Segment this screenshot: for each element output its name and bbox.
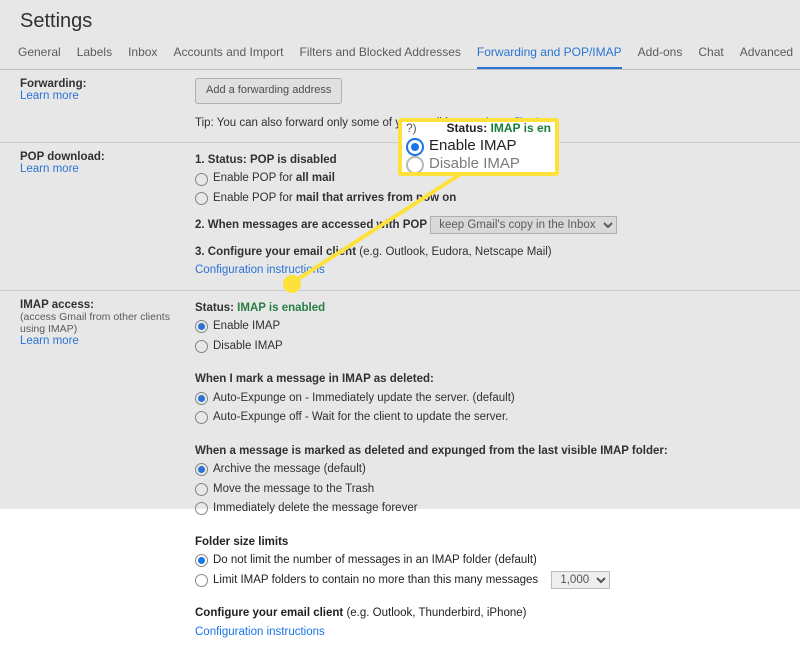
callout-paren: ?) xyxy=(406,122,417,135)
imap-status-label: Status: xyxy=(195,302,237,314)
imap-configure-prefix: Configure your email client xyxy=(195,607,346,619)
imap-deleted-heading: When I mark a message in IMAP as deleted… xyxy=(195,373,434,385)
settings-tabs: General Labels Inbox Accounts and Import… xyxy=(0,39,800,70)
tab-addons[interactable]: Add-ons xyxy=(638,39,683,69)
tab-filters[interactable]: Filters and Blocked Addresses xyxy=(300,39,461,69)
tab-labels[interactable]: Labels xyxy=(77,39,112,69)
imap-trash-label: Move the message to the Trash xyxy=(213,480,374,500)
imap-folder-heading: Folder size limits xyxy=(195,536,288,548)
pop-access-label: 2. When messages are accessed with POP xyxy=(195,219,427,231)
callout-magnifier: ?) Status: IMAP is en Enable IMAP Disabl… xyxy=(398,118,559,176)
imap-limit-label: Limit IMAP folders to contain no more th… xyxy=(213,571,538,591)
callout-disable-radio xyxy=(406,156,424,174)
callout-enable-radio xyxy=(406,138,424,156)
pop-config-instructions-link[interactable]: Configuration instructions xyxy=(195,264,325,276)
callout-status-prefix: Status: xyxy=(447,121,491,135)
imap-learn-more-link[interactable]: Learn more xyxy=(20,335,79,347)
add-forwarding-address-button[interactable]: Add a forwarding address xyxy=(195,78,342,104)
pop-status-label: 1. Status: xyxy=(195,154,250,166)
callout-enable-label: Enable IMAP xyxy=(429,138,517,155)
pop-status-value: POP is disabled xyxy=(250,154,337,166)
imap-no-limit-label: Do not limit the number of messages in a… xyxy=(213,551,537,571)
imap-auto-expunge-off-radio[interactable] xyxy=(195,411,208,424)
tab-inbox[interactable]: Inbox xyxy=(128,39,157,69)
imap-trash-radio[interactable] xyxy=(195,483,208,496)
pop-enable-all-bold: all mail xyxy=(296,172,335,184)
callout-disable-label: Disable IMAP xyxy=(429,156,520,173)
imap-limit-select[interactable]: 1,000 xyxy=(551,571,610,589)
pop-access-select[interactable]: keep Gmail's copy in the Inbox xyxy=(430,216,617,234)
imap-section: IMAP access: (access Gmail from other cl… xyxy=(0,291,800,651)
imap-config-instructions-link[interactable]: Configuration instructions xyxy=(195,626,325,638)
page-title: Settings xyxy=(0,0,800,39)
imap-sublabel: (access Gmail from other clients using I… xyxy=(20,311,170,335)
pop-configure-prefix: 3. Configure your email client xyxy=(195,246,359,258)
imap-status-value: IMAP is enabled xyxy=(237,302,325,314)
pop-configure-suffix: (e.g. Outlook, Eudora, Netscape Mail) xyxy=(359,246,551,258)
pop-learn-more-link[interactable]: Learn more xyxy=(20,163,79,175)
imap-enable-label: Enable IMAP xyxy=(213,317,280,337)
imap-archive-radio[interactable] xyxy=(195,463,208,476)
imap-configure-suffix: (e.g. Outlook, Thunderbird, iPhone) xyxy=(346,607,526,619)
forwarding-learn-more-link[interactable]: Learn more xyxy=(20,90,79,102)
tab-chat[interactable]: Chat xyxy=(698,39,723,69)
forwarding-label: Forwarding: xyxy=(20,78,86,90)
imap-auto-expunge-off-label: Auto-Expunge off - Wait for the client t… xyxy=(213,408,508,428)
imap-limit-radio[interactable] xyxy=(195,574,208,587)
tab-forwarding-pop-imap[interactable]: Forwarding and POP/IMAP xyxy=(477,39,622,69)
pop-enable-now-radio[interactable] xyxy=(195,192,208,205)
pop-enable-now-prefix: Enable POP for xyxy=(213,192,296,204)
imap-auto-expunge-on-label: Auto-Expunge on - Immediately update the… xyxy=(213,389,515,409)
imap-archive-label: Archive the message (default) xyxy=(213,460,366,480)
callout-dot xyxy=(283,275,301,293)
tab-advanced[interactable]: Advanced xyxy=(740,39,793,69)
imap-label: IMAP access: xyxy=(20,299,94,311)
imap-disable-radio[interactable] xyxy=(195,340,208,353)
tab-general[interactable]: General xyxy=(18,39,61,69)
imap-auto-expunge-on-radio[interactable] xyxy=(195,392,208,405)
imap-disable-label: Disable IMAP xyxy=(213,337,283,357)
callout-status-value: IMAP is en xyxy=(491,121,551,135)
imap-no-limit-radio[interactable] xyxy=(195,554,208,567)
pop-enable-now-bold: mail that arrives from now on xyxy=(296,192,456,204)
imap-expunged-heading: When a message is marked as deleted and … xyxy=(195,445,668,457)
pop-enable-all-prefix: Enable POP for xyxy=(213,172,296,184)
pop-enable-all-radio[interactable] xyxy=(195,173,208,186)
pop-label: POP download: xyxy=(20,151,105,163)
tab-accounts[interactable]: Accounts and Import xyxy=(173,39,283,69)
imap-enable-radio[interactable] xyxy=(195,320,208,333)
